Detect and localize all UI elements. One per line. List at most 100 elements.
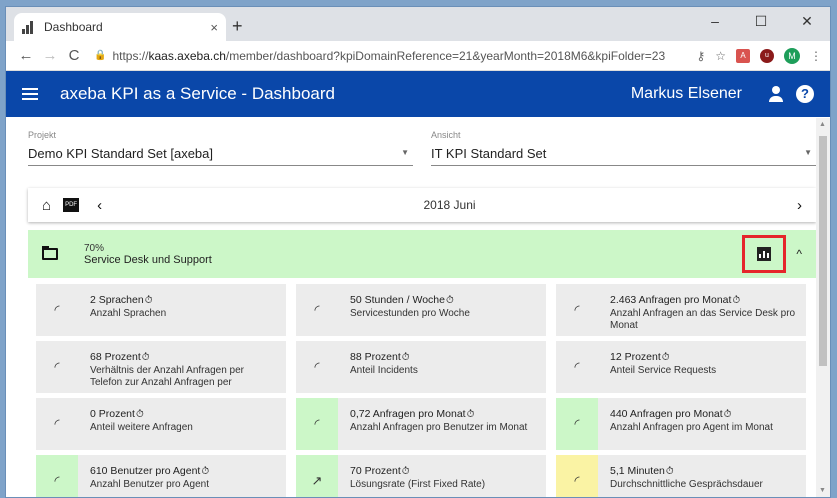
clock-icon: ⏱ (732, 295, 741, 306)
clock-icon: ⏱ (144, 295, 153, 306)
kpi-description: Anzahl Anfragen pro Agent im Monat (610, 422, 773, 433)
kpi-body: 2 Sprachen⏱ Anzahl Sprachen (78, 284, 286, 336)
kpi-value-row: 440 Anfragen pro Monat⏱ (610, 404, 796, 422)
kpi-card[interactable]: ◜ 88 Prozent⏱ Anteil Incidents (296, 341, 546, 393)
dropdown-arrow-icon: ▼ (401, 148, 409, 157)
gauge-icon: ◜ (556, 398, 598, 450)
kpi-card[interactable]: ◜ 0 Prozent⏱ Anteil weitere Anfragen (36, 398, 286, 450)
kpi-value: 0 Prozent (90, 408, 135, 420)
kpi-value: 440 Anfragen pro Monat (610, 408, 723, 420)
chart-button[interactable] (742, 235, 787, 273)
kpi-body: 50 Stunden / Woche⏱ Servicestunden pro Wo… (338, 284, 546, 336)
kpi-value: 68 Prozent (90, 351, 141, 363)
app-header: axeba KPI as a Service - Dashboard Marku… (6, 71, 830, 117)
kpi-card[interactable]: ◜ 5,1 Minuten⏱ Durchschnittliche Gesprächs… (556, 455, 806, 497)
gauge-icon: ◜ (54, 302, 60, 317)
home-icon[interactable]: ⌂ (42, 197, 51, 214)
gauge-icon: ◜ (36, 455, 78, 497)
kpi-card[interactable]: ◜ 68 Prozent⏱ Verhältnis der Anzahl Anfrag… (36, 341, 286, 393)
folder-info: 70% Service Desk und Support (84, 243, 742, 266)
clock-icon: ⏱ (141, 352, 150, 363)
tab-strip: Dashboard × + – ☐ ✕ (6, 7, 830, 41)
tab-title: Dashboard (44, 20, 103, 34)
folder-name: Service Desk und Support (84, 253, 212, 266)
reload-button[interactable]: C (62, 47, 86, 64)
main-content: Projekt Demo KPI Standard Set [axeba] ▼ … (6, 118, 830, 497)
kpi-value-row: 50 Stunden / Woche⏱ (350, 290, 536, 308)
scrollbar[interactable]: ▲ ▼ (816, 118, 830, 497)
kpi-grid: ◜ 2 Sprachen⏱ Anzahl Sprachen ◜ 50 Stunden /… (36, 284, 806, 497)
kpi-value-row: 0 Prozent⏱ (90, 404, 276, 422)
url-host: kaas.axeba.ch (148, 48, 226, 63)
collapse-chevron-icon[interactable]: ^ (796, 247, 802, 261)
kpi-body: 0 Prozent⏱ Anteil weitere Anfragen (78, 398, 286, 450)
kpi-card[interactable]: ↗ 70 Prozent⏱ Lösungsrate (First Fixed Rat… (296, 455, 546, 497)
url-path: /member/dashboard?kpiDomainReference=21&… (225, 48, 666, 63)
filter-row: Projekt Demo KPI Standard Set [axeba] ▼ … (28, 130, 816, 166)
browser-menu-icon[interactable]: ⋮ (810, 49, 822, 63)
project-value: Demo KPI Standard Set [axeba] (28, 146, 213, 161)
kpi-description: Durchschnittliche Gesprächsdauer (610, 479, 763, 490)
back-button[interactable]: ← (14, 47, 38, 64)
kpi-value: 2 Sprachen (90, 294, 144, 306)
tab-dashboard[interactable]: Dashboard × (14, 13, 226, 41)
kpi-value-row: 2 Sprachen⏱ (90, 290, 276, 308)
kpi-value-row: 70 Prozent⏱ (350, 461, 536, 479)
star-icon[interactable]: ☆ (715, 49, 726, 63)
hamburger-menu-icon[interactable] (22, 88, 38, 100)
window-controls: – ☐ ✕ (692, 7, 830, 37)
kpi-value-row: 12 Prozent⏱ (610, 347, 796, 365)
gauge-icon: ◜ (54, 416, 60, 431)
kpi-value: 50 Stunden / Woche (350, 294, 445, 306)
kpi-card[interactable]: ◜ 50 Stunden / Woche⏱ Servicestunden pro W… (296, 284, 546, 336)
new-tab-button[interactable]: + (232, 16, 243, 37)
scrollbar-thumb[interactable] (819, 136, 827, 366)
user-name[interactable]: Markus Elsener (631, 85, 742, 103)
kpi-card[interactable]: ◜ 2.463 Anfragen pro Monat⏱ Anzahl Anfrage… (556, 284, 806, 336)
current-month: 2018 Juni (423, 198, 476, 212)
help-icon[interactable]: ? (796, 85, 814, 103)
kpi-card[interactable]: ◜ 0,72 Anfragen pro Monat⏱ Anzahl Anfragen… (296, 398, 546, 450)
kpi-card[interactable]: ◜ 12 Prozent⏱ Anteil Service Requests (556, 341, 806, 393)
address-bar: ← → C 🔒 https://kaas.axeba.ch/member/das… (6, 41, 830, 71)
pdf-extension-icon[interactable]: A (736, 48, 750, 63)
scroll-down-icon[interactable]: ▼ (819, 487, 826, 494)
kpi-body: 5,1 Minuten⏱ Durchschnittliche Gesprächsd… (598, 455, 806, 497)
url-scheme: https:// (112, 48, 149, 63)
kpi-description: Anteil Incidents (350, 365, 418, 376)
clock-icon: ⏱ (445, 295, 454, 306)
kpi-card[interactable]: ◜ 2 Sprachen⏱ Anzahl Sprachen (36, 284, 286, 336)
close-window-button[interactable]: ✕ (784, 7, 830, 37)
bar-chart-icon (757, 247, 772, 261)
kpi-value-row: 0,72 Anfragen pro Monat⏱ (350, 404, 536, 422)
kpi-body: 2.463 Anfragen pro Monat⏱ Anzahl Anfragen… (598, 284, 806, 336)
url-field[interactable]: 🔒 https://kaas.axeba.ch/member/dashboard… (94, 44, 688, 68)
next-month-button[interactable]: › (797, 197, 802, 214)
forward-button[interactable]: → (38, 47, 62, 64)
kpi-value: 2.463 Anfragen pro Monat (610, 294, 732, 306)
kpi-card[interactable]: ◜ 610 Benutzer pro Agent⏱ Anzahl Benutzer … (36, 455, 286, 497)
key-icon[interactable]: ⚷ (696, 49, 705, 63)
project-select[interactable]: Projekt Demo KPI Standard Set [axeba] ▼ (28, 130, 413, 166)
kpi-description: Servicestunden pro Woche (350, 308, 470, 319)
tab-close-icon[interactable]: × (210, 20, 218, 35)
kpi-body: 440 Anfragen pro Monat⏱ Anzahl Anfragen p… (598, 398, 806, 450)
kpi-description: Lösungsrate (First Fixed Rate) (350, 479, 486, 490)
clock-icon: ⏱ (661, 352, 670, 363)
view-select[interactable]: Ansicht IT KPI Standard Set ▼ (431, 130, 816, 166)
profile-avatar[interactable]: M (784, 47, 800, 64)
person-icon[interactable] (768, 86, 784, 102)
kpi-value: 70 Prozent (350, 465, 401, 477)
scroll-up-icon[interactable]: ▲ (819, 121, 826, 128)
kpi-value-row: 2.463 Anfragen pro Monat⏱ (610, 290, 796, 308)
ublock-icon[interactable]: u (760, 48, 774, 63)
clock-icon: ⏱ (665, 466, 674, 477)
kpi-value: 88 Prozent (350, 351, 401, 363)
lock-icon: 🔒 (94, 50, 107, 61)
maximize-button[interactable]: ☐ (738, 7, 784, 37)
kpi-folder-header[interactable]: 70% Service Desk und Support ^ (28, 230, 816, 278)
kpi-body: 12 Prozent⏱ Anteil Service Requests (598, 341, 806, 393)
kpi-card[interactable]: ◜ 440 Anfragen pro Monat⏱ Anzahl Anfragen … (556, 398, 806, 450)
minimize-button[interactable]: – (692, 7, 738, 37)
pdf-export-icon[interactable]: PDF (63, 198, 80, 212)
